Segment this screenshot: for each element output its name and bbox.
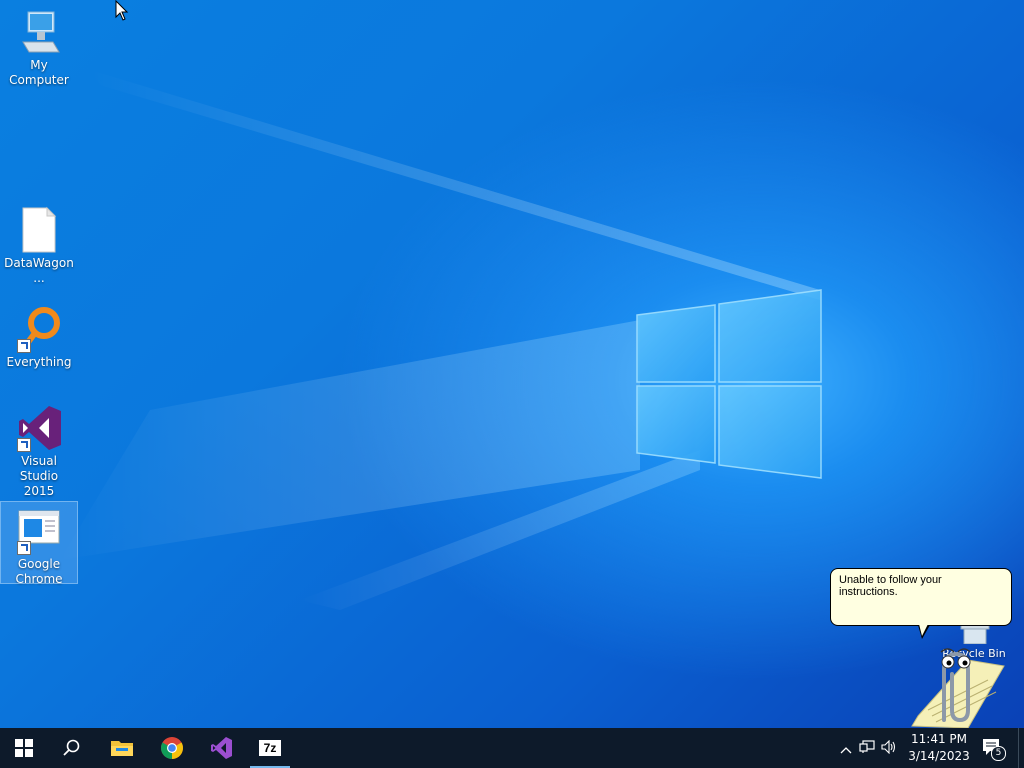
- clock-date: 3/14/2023: [908, 749, 970, 763]
- chevron-up-icon[interactable]: [836, 739, 856, 758]
- 7zip-icon: 7z: [259, 740, 281, 756]
- search-icon: [63, 739, 80, 756]
- balloon-tail-fill: [919, 624, 928, 636]
- start-button[interactable]: [0, 728, 48, 768]
- taskbar-google-chrome[interactable]: [148, 728, 196, 768]
- desktop-icon-my-computer[interactable]: My Computer: [1, 8, 77, 88]
- file-icon: [15, 206, 63, 254]
- desktop-icon-datawagon[interactable]: DataWagon...: [1, 206, 77, 286]
- visual-studio-icon: [211, 737, 232, 759]
- show-desktop-button[interactable]: [1018, 728, 1024, 768]
- action-center-button[interactable]: 5: [976, 728, 1010, 768]
- desktop-icon-label: Google Chrome: [15, 557, 63, 586]
- desktop-icon-label: DataWagon...: [4, 256, 74, 285]
- network-icon[interactable]: [856, 739, 878, 758]
- assistant-message: Unable to follow your instructions.: [839, 574, 942, 598]
- computer-icon: [15, 8, 63, 56]
- taskbar-file-explorer[interactable]: [98, 728, 146, 768]
- taskbar: 7z 11:41 PM 3/14/2023 5: [0, 728, 1024, 768]
- windows-logo-wallpaper-icon: [636, 289, 822, 479]
- application-window-icon: [15, 507, 63, 555]
- 7zip-icon-text: 7z: [263, 741, 277, 755]
- desktop-icon-label: My Computer: [9, 58, 69, 87]
- shortcut-arrow-icon: [17, 438, 31, 452]
- shortcut-arrow-icon: [17, 339, 31, 353]
- search-button[interactable]: [48, 728, 96, 768]
- windows-start-icon: [15, 739, 33, 757]
- desktop-icon-label: Everything: [6, 355, 72, 369]
- taskbar-clock[interactable]: 11:41 PM 3/14/2023: [906, 731, 972, 765]
- paperclip-assistant-icon[interactable]: [908, 640, 1008, 730]
- taskbar-visual-studio[interactable]: [197, 728, 245, 768]
- clock-time: 11:41 PM: [911, 732, 967, 746]
- shortcut-arrow-icon: [17, 541, 31, 555]
- visual-studio-icon: [15, 404, 63, 452]
- notification-count-badge: 5: [991, 746, 1006, 761]
- taskbar-7zip[interactable]: 7z: [246, 728, 294, 768]
- volume-icon[interactable]: [878, 739, 900, 758]
- desktop-icon-label: Visual Studio 2015: [19, 454, 59, 498]
- assistant-speech-balloon: Unable to follow your instructions.: [830, 568, 1012, 626]
- everything-search-icon: [15, 305, 63, 353]
- mouse-cursor-icon: [115, 0, 129, 21]
- desktop-icon-everything[interactable]: Everything: [1, 305, 77, 370]
- desktop[interactable]: My Computer DataWagon... Everything Visu…: [0, 0, 1024, 730]
- desktop-icon-visual-studio[interactable]: Visual Studio 2015: [1, 404, 77, 499]
- desktop-icon-google-chrome[interactable]: Google Chrome: [0, 501, 78, 586]
- system-tray: [836, 728, 900, 768]
- chrome-icon: [161, 737, 183, 759]
- folder-icon: [111, 741, 133, 756]
